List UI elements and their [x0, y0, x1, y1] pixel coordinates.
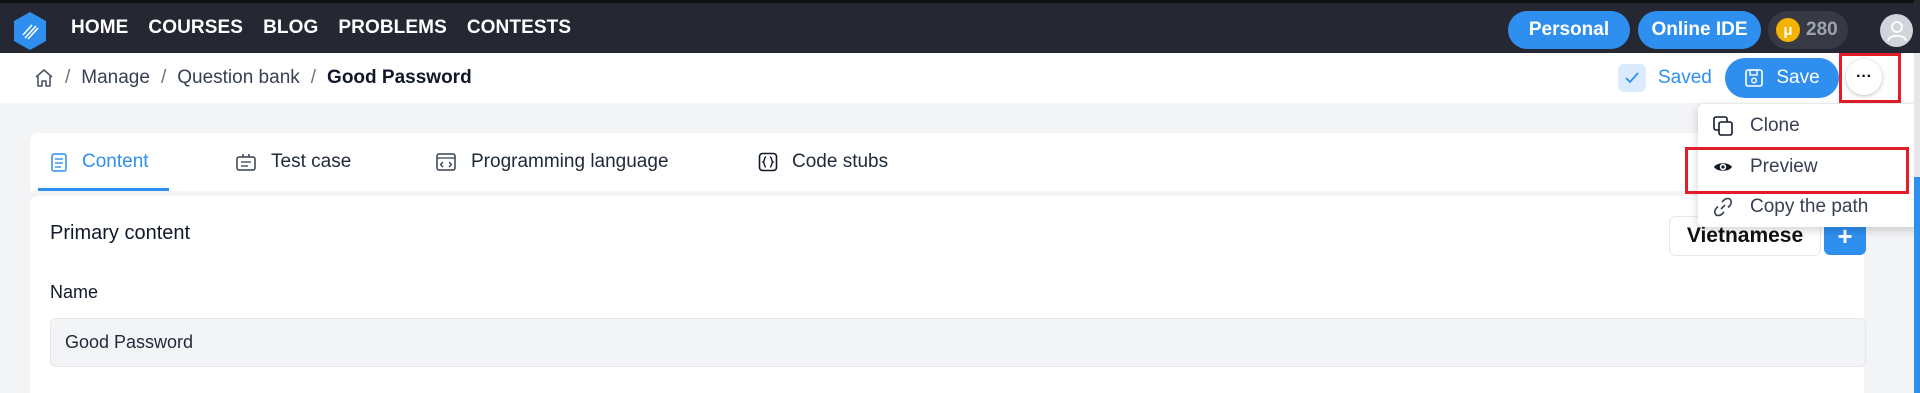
coin-count: 280: [1806, 19, 1838, 40]
top-navbar: HOME COURSES BLOG PROBLEMS CONTESTS Pers…: [0, 0, 1920, 53]
section-title: Primary content: [50, 222, 191, 244]
nav-problems[interactable]: PROBLEMS: [338, 17, 446, 39]
coin-balance[interactable]: μ 280: [1768, 11, 1848, 49]
tab-test-case[interactable]: Test case: [235, 133, 351, 191]
online-ide-button[interactable]: Online IDE: [1638, 11, 1761, 49]
menu-item-label: Copy the path: [1750, 196, 1869, 217]
tab-label: Code stubs: [792, 151, 889, 172]
saved-status: Saved: [1618, 64, 1712, 92]
code-window-icon: [436, 153, 456, 171]
tab-label: Test case: [271, 151, 352, 172]
breadcrumb-current: Good Password: [327, 67, 472, 88]
floppy-icon: [1745, 69, 1764, 87]
breadcrumb-manage[interactable]: Manage: [81, 67, 150, 89]
tab-bar: Content Test case Programming language C…: [30, 133, 1864, 191]
scrollbar-thumb[interactable]: [1914, 177, 1920, 393]
main-nav: HOME COURSES BLOG PROBLEMS CONTESTS: [71, 3, 571, 53]
breadcrumb: / Manage / Question bank / Good Password: [34, 53, 472, 103]
menu-item-clone[interactable]: Clone: [1712, 110, 1800, 142]
tab-programming-language[interactable]: Programming language: [435, 133, 669, 191]
check-icon: [1618, 64, 1646, 92]
logo-icon[interactable]: [12, 11, 48, 51]
menu-item-label: Clone: [1750, 115, 1800, 136]
tab-code-stubs[interactable]: Code stubs: [758, 133, 888, 191]
breadcrumb-separator: /: [65, 67, 71, 88]
highlight-preview-item: [1685, 147, 1909, 194]
braces-icon: [758, 152, 778, 172]
name-input[interactable]: [50, 318, 1866, 367]
tab-label: Programming language: [471, 151, 669, 172]
coin-icon: μ: [1776, 18, 1800, 42]
link-icon: [1713, 197, 1733, 217]
avatar[interactable]: [1880, 14, 1913, 47]
scrollbar-top: [1914, 0, 1920, 53]
save-button[interactable]: Save: [1725, 58, 1839, 98]
saved-label: Saved: [1658, 67, 1712, 88]
breadcrumb-separator: /: [310, 67, 317, 88]
personal-button[interactable]: Personal: [1508, 11, 1630, 49]
header-bar: / Manage / Question bank / Good Password…: [0, 53, 1914, 103]
save-label: Save: [1776, 67, 1820, 88]
test-case-icon: [236, 154, 256, 171]
primary-content-card: Primary content Vietnamese + Name: [30, 196, 1866, 393]
user-icon: [1886, 20, 1907, 41]
nav-home[interactable]: HOME: [71, 17, 128, 39]
nav-contests[interactable]: CONTESTS: [467, 17, 571, 39]
breadcrumb-question-bank[interactable]: Question bank: [177, 67, 300, 89]
tab-content[interactable]: Content: [38, 133, 169, 191]
nav-blog[interactable]: BLOG: [263, 17, 318, 39]
document-icon: [51, 153, 67, 172]
scrollbar[interactable]: [1914, 53, 1920, 393]
highlight-more-button: [1839, 53, 1901, 103]
tab-label: Content: [82, 151, 149, 172]
breadcrumb-separator: /: [160, 67, 167, 88]
name-label: Name: [50, 282, 99, 302]
menu-item-copy-path[interactable]: Copy the path: [1712, 191, 1868, 223]
home-icon[interactable]: [34, 68, 54, 88]
clone-icon: [1713, 116, 1733, 136]
nav-courses[interactable]: COURSES: [148, 17, 243, 39]
